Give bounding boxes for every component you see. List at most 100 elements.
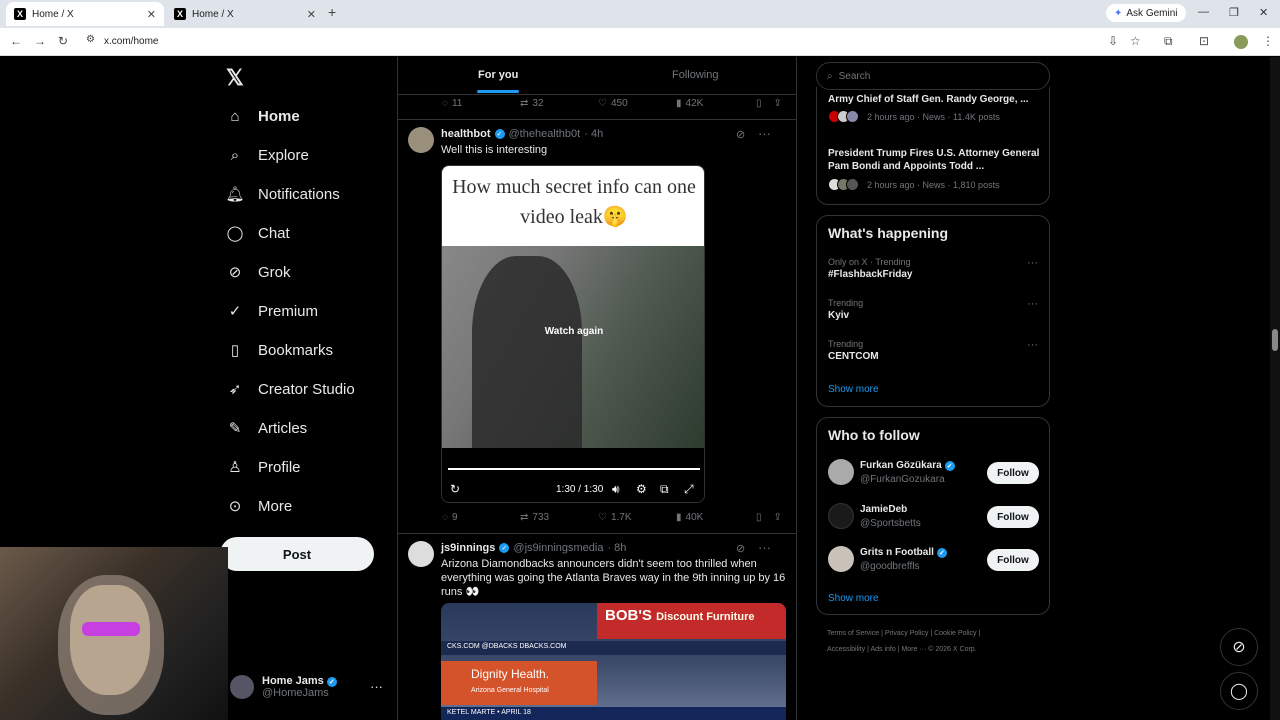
site-info-icon[interactable]: ⚙ xyxy=(86,34,95,45)
profile-avatar-icon[interactable] xyxy=(1234,35,1248,49)
browser-tab-1[interactable]: X Home / X ✕ xyxy=(6,2,164,26)
search-input[interactable]: ⌕ Search xyxy=(816,62,1050,90)
tab-following[interactable]: Following xyxy=(672,69,718,81)
repost-button[interactable]: ⇄ 733 xyxy=(520,512,598,523)
share-button[interactable]: ⇪ xyxy=(774,98,782,109)
avatar[interactable] xyxy=(408,541,434,567)
back-icon[interactable]: ← xyxy=(10,34,22,48)
ask-gemini-label: Ask Gemini xyxy=(1126,7,1178,19)
trend-more-icon[interactable]: ··· xyxy=(1027,339,1038,351)
author-handle[interactable]: @thehealthb0t xyxy=(509,128,581,140)
watch-again-button[interactable]: Watch again xyxy=(442,326,704,337)
grok-fab-icon[interactable]: ⊘ xyxy=(1220,628,1258,666)
bookmark-button[interactable]: ▯ xyxy=(756,98,762,109)
repost-button[interactable]: ⇄ 32 xyxy=(520,98,598,109)
follow-name-row[interactable]: Furkan Gözükara ✓ xyxy=(860,460,955,471)
follow-button[interactable]: Follow xyxy=(987,506,1039,528)
author-name[interactable]: js9innings xyxy=(441,542,495,554)
share-icon: ⇪ xyxy=(773,98,782,109)
nav-home[interactable]: ⌂ Home xyxy=(226,101,299,131)
fullscreen-icon[interactable]: ⤢ xyxy=(684,482,694,497)
views-button[interactable]: ▮ 40K xyxy=(676,512,756,523)
avatar[interactable] xyxy=(828,459,854,485)
news-title[interactable]: President Trump Fires U.S. Attorney Gene… xyxy=(828,147,1043,173)
tweet-more-icon[interactable]: ··· xyxy=(758,126,771,141)
tweet-more-icon[interactable]: ··· xyxy=(758,540,771,555)
nav-explore[interactable]: ⌕ Explore xyxy=(226,140,309,170)
show-more-link[interactable]: Show more xyxy=(828,593,879,604)
volume-icon[interactable]: 🔊︎ xyxy=(612,482,620,497)
close-tab-icon[interactable]: ✕ xyxy=(307,8,316,21)
nav-bookmarks[interactable]: ▯ Bookmarks xyxy=(226,335,333,365)
share-button[interactable]: ⇪ xyxy=(774,512,782,523)
avatar[interactable] xyxy=(828,503,854,529)
avatar[interactable] xyxy=(408,127,434,153)
show-more-link[interactable]: Show more xyxy=(828,384,879,395)
like-button[interactable]: ♡ 1.7K xyxy=(598,512,676,523)
x-logo-icon[interactable]: 𝕏 xyxy=(226,65,244,91)
follow-name-row[interactable]: Grits n Football ✓ xyxy=(860,547,947,558)
extensions-icon[interactable]: ⧉ xyxy=(1164,34,1173,49)
tab-for-you[interactable]: For you xyxy=(476,69,520,93)
nav-premium[interactable]: ✓ Premium xyxy=(226,296,318,326)
nav-profile[interactable]: ♙ Profile xyxy=(226,452,300,482)
tweet-time[interactable]: · 4h xyxy=(584,128,603,140)
footer-links[interactable]: Terms of Service | Privacy Policy | Cook… xyxy=(827,630,980,637)
restore-icon[interactable]: ❐ xyxy=(1229,6,1239,19)
grok-icon[interactable]: ⊘ xyxy=(736,542,745,555)
video-player[interactable]: How much secret info can one video leak🤫… xyxy=(441,165,705,503)
ask-gemini-button[interactable]: ✦ Ask Gemini xyxy=(1106,4,1186,22)
close-window-icon[interactable]: ✕ xyxy=(1259,6,1268,19)
reply-button[interactable]: ◌ 9 xyxy=(442,512,520,523)
whats-happening-panel: What's happening Only on X · Trending #F… xyxy=(816,215,1050,407)
trend-name[interactable]: Kyiv xyxy=(828,310,849,321)
home-icon: ⌂ xyxy=(230,107,240,125)
reply-button[interactable]: ◌ 11 xyxy=(442,98,520,109)
footer-links[interactable]: Accessibility | Ads info | More ··· © 20… xyxy=(827,646,977,653)
settings-icon[interactable]: ⚙ xyxy=(636,482,647,496)
trend-name[interactable]: #FlashbackFriday xyxy=(828,269,912,280)
nav-articles[interactable]: ✎ Articles xyxy=(226,413,307,443)
bookmark-star-icon[interactable]: ☆ xyxy=(1130,34,1141,48)
new-tab-icon[interactable]: + xyxy=(328,4,336,20)
nav-more[interactable]: ⊙ More xyxy=(226,491,292,521)
follow-button[interactable]: Follow xyxy=(987,462,1039,484)
nav-chat[interactable]: ◯ Chat xyxy=(226,218,290,248)
install-icon[interactable]: ⇩ xyxy=(1108,34,1118,48)
follow-button[interactable]: Follow xyxy=(987,549,1039,571)
close-tab-icon[interactable]: ✕ xyxy=(147,8,156,21)
nav-creator-studio[interactable]: ➶ Creator Studio xyxy=(226,374,355,404)
minimize-icon[interactable]: — xyxy=(1198,6,1209,18)
bookmark-button[interactable]: ▯ xyxy=(756,512,762,523)
menu-kebab-icon[interactable]: ⋮ xyxy=(1262,34,1274,48)
nav-grok[interactable]: ⊘ Grok xyxy=(226,257,291,287)
like-button[interactable]: ♡ 450 xyxy=(598,98,676,109)
account-switcher[interactable]: Home Jams ✓ @HomeJams xyxy=(230,675,337,699)
video-progress-bar[interactable] xyxy=(448,468,700,470)
grok-icon[interactable]: ⊘ xyxy=(736,128,745,141)
tweet-media[interactable]: BOB'S Discount Furniture CKS.COM @DBACKS… xyxy=(441,603,786,720)
news-title[interactable]: Army Chief of Staff Gen. Randy George, .… xyxy=(828,93,1043,106)
chat-fab-icon[interactable]: ◯ xyxy=(1220,672,1258,710)
replay-icon[interactable]: ↻ xyxy=(450,482,460,496)
reload-icon[interactable]: ↻ xyxy=(58,34,68,48)
author-name[interactable]: healthbot xyxy=(441,128,491,140)
browser-tab-2[interactable]: X Home / X ✕ xyxy=(166,2,324,26)
url-field[interactable]: x.com/home xyxy=(104,36,158,47)
tweet-time[interactable]: · 8h xyxy=(607,542,626,554)
trend-more-icon[interactable]: ··· xyxy=(1027,257,1038,269)
pip-icon[interactable]: ⧉ xyxy=(660,482,669,497)
nav-notifications[interactable]: 🔔︎ Notifications xyxy=(225,179,339,209)
account-more-icon[interactable]: ··· xyxy=(370,679,383,694)
trend-name[interactable]: CENTCOM xyxy=(828,351,879,362)
avatar[interactable] xyxy=(828,546,854,572)
trend-more-icon[interactable]: ··· xyxy=(1027,298,1038,310)
sidepanel-icon[interactable]: ⊡ xyxy=(1199,34,1209,48)
post-button[interactable]: Post xyxy=(220,537,374,571)
author-handle[interactable]: @js9inningsmedia xyxy=(513,542,603,554)
forward-icon[interactable]: → xyxy=(34,34,46,48)
views-button[interactable]: ▮ 42K xyxy=(676,98,756,109)
scrollbar-thumb[interactable] xyxy=(1272,329,1278,351)
scrollbar[interactable] xyxy=(1270,57,1280,720)
follow-name-row[interactable]: JamieDeb xyxy=(860,504,907,515)
